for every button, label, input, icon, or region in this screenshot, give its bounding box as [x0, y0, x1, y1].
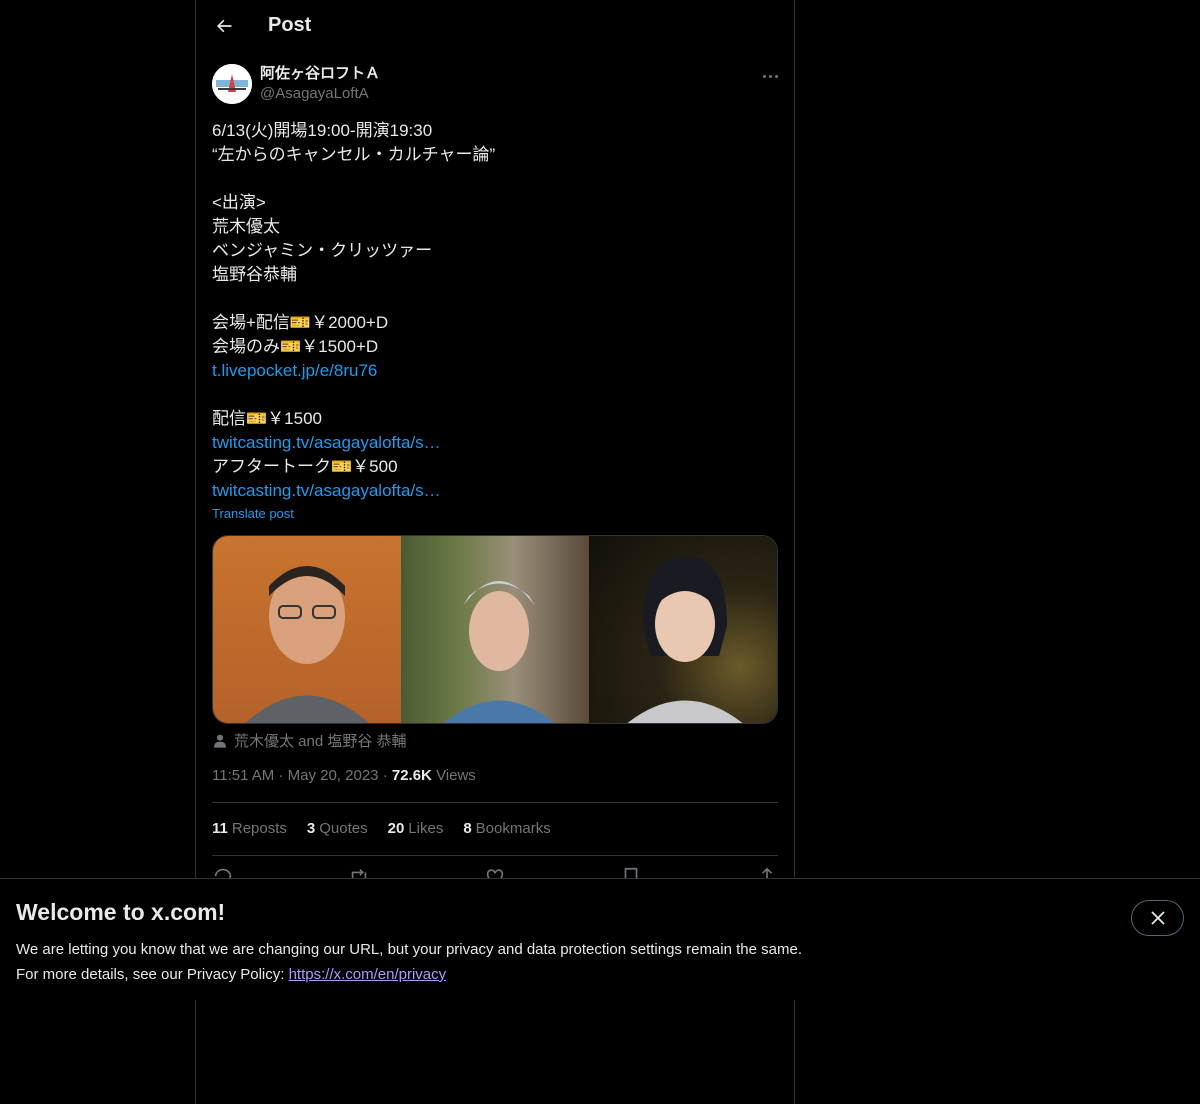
post-time[interactable]: 11:51 AM	[212, 767, 274, 784]
translate-post-link[interactable]: Translate post	[212, 506, 294, 521]
page-title: Post	[268, 14, 312, 36]
divider	[212, 855, 778, 856]
media-photo-2[interactable]	[401, 536, 589, 723]
tagged-people-text: 荒木優太 and 塩野谷 恭輔	[234, 733, 407, 750]
author-names: 阿佐ヶ谷ロフトＡ @AsagayaLoftA	[260, 64, 380, 104]
post-text-line: 塩野谷恭輔	[212, 265, 297, 284]
views-count: 72.6K	[391, 767, 432, 784]
post-text-line: ベンジャミン・クリッツァー	[212, 241, 433, 260]
url-change-banner: Welcome to x.com! We are letting you kno…	[0, 878, 1200, 1000]
post-media[interactable]	[212, 535, 778, 724]
post-text-line: <出演>	[212, 193, 266, 212]
post-text-line	[212, 287, 778, 311]
post-meta: 11:51 AM · May 20, 2023 · 72.6K Views	[212, 767, 476, 784]
post-text-line: 配信🎫￥1500	[212, 409, 322, 428]
post-stats: 11 Reposts 3 Quotes 20 Likes 8 Bookmarks	[212, 820, 551, 837]
avatar[interactable]	[212, 64, 252, 104]
divider	[212, 802, 778, 803]
post-text: 6/13(火)開場19:00-開演19:30 “左からのキャンセル・カルチャー論”…	[212, 119, 778, 503]
meta-separator: ·	[278, 767, 288, 784]
person-icon	[214, 734, 226, 748]
banner-line-2: For more details, see our Privacy Policy…	[16, 966, 447, 983]
person-photo-1-icon	[245, 566, 369, 723]
stat-bookmarks[interactable]: 8 Bookmarks	[463, 820, 550, 837]
views-label: Views	[436, 767, 476, 784]
post-text-line: 会場のみ🎫￥1500+D	[212, 337, 379, 356]
post-header: Post	[196, 0, 794, 54]
privacy-policy-link[interactable]: https://x.com/en/privacy	[289, 966, 447, 983]
author-handle[interactable]: @AsagayaLoftA	[260, 84, 380, 104]
stat-reposts[interactable]: 11 Reposts	[212, 820, 287, 837]
person-photo-3-icon	[627, 556, 743, 723]
close-icon	[1150, 911, 1165, 925]
post-link[interactable]: twitcasting.tv/asagayalofta/s…	[212, 479, 778, 503]
media-photo-3[interactable]	[589, 536, 777, 723]
post-link[interactable]: twitcasting.tv/asagayalofta/s…	[212, 431, 778, 455]
post-date[interactable]: May 20, 2023	[288, 767, 379, 784]
stat-quotes[interactable]: 3 Quotes	[307, 820, 368, 837]
post-text-line	[212, 167, 778, 191]
author-display-name[interactable]: 阿佐ヶ谷ロフトＡ	[260, 64, 380, 84]
stat-likes[interactable]: 20 Likes	[388, 820, 444, 837]
more-options-icon[interactable]	[758, 66, 782, 86]
banner-text: We are letting you know that we are chan…	[16, 937, 802, 987]
banner-line-1: We are letting you know that we are chan…	[16, 941, 802, 958]
venue-logo-icon	[212, 64, 252, 104]
post-text-line: 6/13(火)開場19:00-開演19:30	[212, 121, 433, 140]
post-text-line: 荒木優太	[212, 217, 280, 236]
person-photo-2-icon	[443, 581, 555, 723]
post-link[interactable]: t.livepocket.jp/e/8ru76	[212, 359, 778, 383]
post-text-line: アフタートーク🎫￥500	[212, 457, 398, 476]
post-author[interactable]: 阿佐ヶ谷ロフトＡ @AsagayaLoftA	[212, 64, 380, 104]
tagged-people[interactable]: 荒木優太 and 塩野谷 恭輔	[212, 730, 407, 751]
post-text-line: “左からのキャンセル・カルチャー論”	[212, 145, 496, 164]
post-text-line: 会場+配信🎫￥2000+D	[212, 313, 389, 332]
back-arrow-icon[interactable]	[212, 14, 236, 38]
close-banner-button[interactable]	[1131, 900, 1184, 936]
banner-title: Welcome to x.com!	[16, 899, 226, 925]
meta-separator: ·	[382, 767, 392, 784]
post-text-line	[212, 383, 778, 407]
media-photo-1[interactable]	[213, 536, 401, 723]
